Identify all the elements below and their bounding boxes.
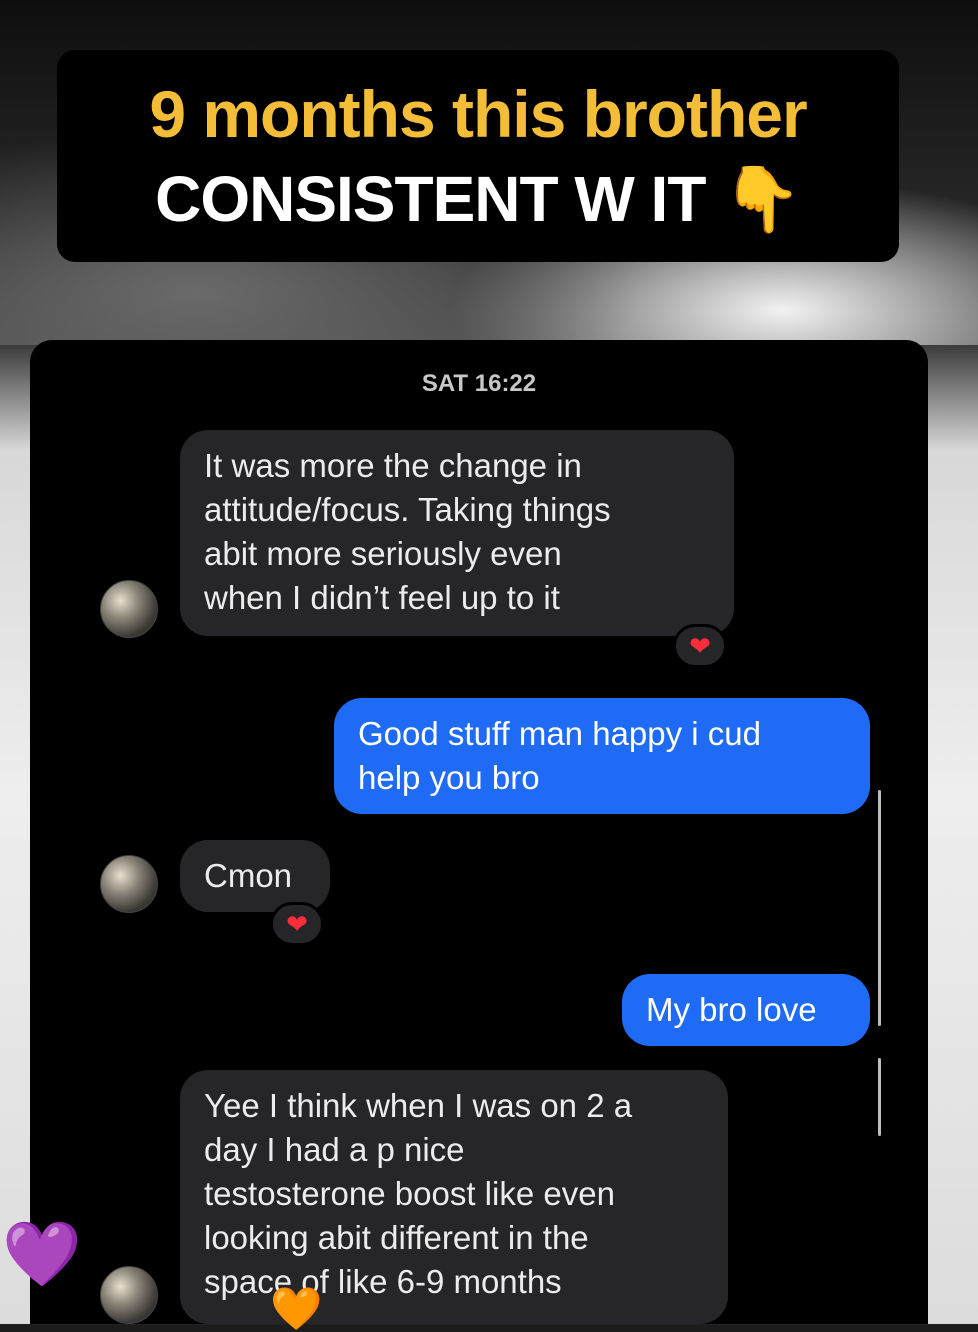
contact-avatar[interactable] — [100, 855, 158, 913]
caption-line-2: CONSISTENT W IT 👇 — [155, 163, 802, 235]
contact-avatar[interactable] — [100, 1266, 158, 1324]
contact-avatar[interactable] — [100, 580, 158, 638]
purple-heart-icon: 💜 — [2, 1218, 82, 1290]
incoming-message-bubble[interactable]: Yee I think when I was on 2 a day I had … — [180, 1070, 728, 1324]
heart-reaction-icon[interactable]: ❤ — [673, 624, 727, 668]
caption-box: 9 months this brother CONSISTENT W IT 👇 — [57, 50, 899, 262]
outgoing-message-bubble[interactable]: My bro love — [622, 974, 870, 1046]
incoming-message-bubble[interactable]: Cmon — [180, 840, 330, 912]
scrollbar[interactable] — [878, 1058, 881, 1136]
caption-line-1: 9 months this brother — [149, 77, 807, 151]
chat-timestamp: SAT 16:22 — [421, 370, 537, 397]
outgoing-message-bubble[interactable]: Good stuff man happy i cud help you bro — [334, 698, 870, 814]
scrollbar[interactable] — [878, 790, 881, 1026]
chat-screenshot: SAT 16:22 It was more the change in atti… — [30, 340, 928, 1324]
incoming-message-bubble[interactable]: It was more the change in attitude/focus… — [180, 430, 734, 636]
heart-reaction-icon[interactable]: ❤ — [270, 902, 324, 946]
